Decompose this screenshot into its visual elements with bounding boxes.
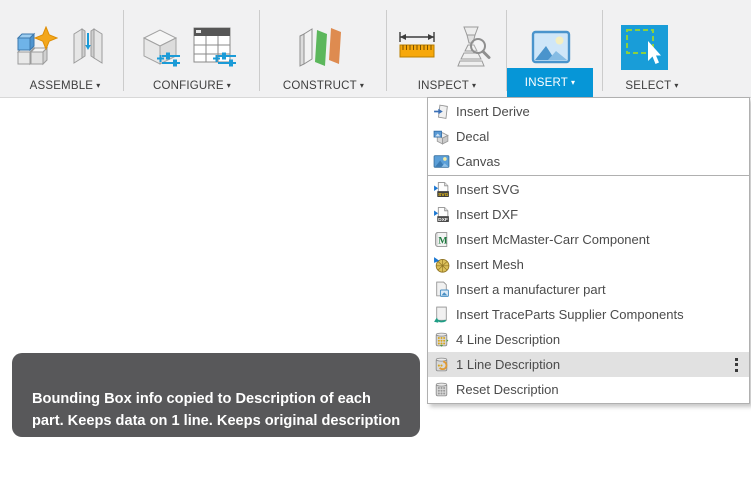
svg-text:DXF: DXF <box>438 217 448 223</box>
select-icon[interactable] <box>621 25 668 75</box>
menu-item-4-line-description[interactable]: 4 Line Description <box>428 327 749 352</box>
construction-planes-icon[interactable] <box>298 26 344 73</box>
reset-description-icon <box>433 381 450 398</box>
inspect-dropdown[interactable]: INSPECT▾ <box>389 80 505 92</box>
menu-item-label: Insert McMaster-Carr Component <box>456 232 650 247</box>
menu-item-label: Canvas <box>456 154 500 169</box>
four-line-description-icon <box>433 331 450 348</box>
menu-item-label: Decal <box>456 129 489 144</box>
select-dropdown[interactable]: SELECT▾ <box>604 80 700 92</box>
insert-label: INSERT <box>525 77 568 89</box>
toolbar-group-assemble: ASSEMBLE▾ <box>8 0 122 97</box>
configure-label: CONFIGURE <box>153 80 224 92</box>
toolbar-divider <box>259 10 260 91</box>
chevron-down-icon: ▾ <box>571 78 575 87</box>
toolbar-group-configure: CONFIGURE▾ <box>126 0 258 97</box>
inspect-label: INSPECT <box>418 80 469 92</box>
menu-item-label: Insert a manufacturer part <box>456 282 606 297</box>
menu-item-label: Reset Description <box>456 382 559 397</box>
menu-item-1-line-description[interactable]: 1 Line Description <box>428 352 749 377</box>
traceparts-icon <box>433 306 450 323</box>
toolbar-group-select: SELECT▾ <box>604 0 700 97</box>
insert-mesh-icon <box>433 256 450 273</box>
menu-item-canvas[interactable]: Canvas <box>428 149 749 174</box>
menu-item-label: Insert DXF <box>456 207 518 222</box>
toolbar-group-construct: CONSTRUCT▾ <box>262 0 385 97</box>
menu-item-insert-mesh[interactable]: Insert Mesh <box>428 252 749 277</box>
svg-text:M: M <box>438 236 447 247</box>
measure-icon[interactable] <box>396 31 438 70</box>
construct-dropdown[interactable]: CONSTRUCT▾ <box>262 80 385 92</box>
insert-canvas-icon[interactable] <box>531 27 571 72</box>
menu-item-reset-description[interactable]: Reset Description <box>428 377 749 402</box>
chevron-down-icon: ▾ <box>674 81 678 90</box>
menu-item-insert-traceparts[interactable]: Insert TraceParts Supplier Components <box>428 302 749 327</box>
item-options-kebab-icon[interactable] <box>735 358 738 372</box>
menu-separator <box>428 175 749 176</box>
configuration-icon[interactable] <box>140 26 182 73</box>
manufacturer-part-icon <box>433 281 450 298</box>
chevron-down-icon: ▾ <box>360 81 364 90</box>
assemble-dropdown[interactable]: ASSEMBLE▾ <box>8 80 122 92</box>
menu-item-insert-svg[interactable]: SVG Insert SVG <box>428 177 749 202</box>
menu-item-label: Insert Derive <box>456 104 530 119</box>
canvas-icon <box>433 153 450 170</box>
menu-item-label: 4 Line Description <box>456 332 560 347</box>
menu-item-insert-derive[interactable]: Insert Derive <box>428 99 749 124</box>
toolbar-group-inspect: INSPECT▾ <box>389 0 505 97</box>
tooltip-line-2: part. Keeps data on 1 line. Keeps origin… <box>32 410 420 432</box>
chevron-down-icon: ▾ <box>472 81 476 90</box>
joint-icon[interactable] <box>66 26 110 73</box>
chevron-down-icon: ▾ <box>96 81 100 90</box>
menu-item-decal[interactable]: Decal <box>428 124 749 149</box>
insert-dxf-icon: DXF <box>433 206 450 223</box>
menu-item-label: Insert SVG <box>456 182 520 197</box>
chevron-down-icon: ▾ <box>227 81 231 90</box>
toolbar-divider <box>386 10 387 91</box>
configure-dropdown[interactable]: CONFIGURE▾ <box>126 80 258 92</box>
menu-item-insert-dxf[interactable]: DXF Insert DXF <box>428 202 749 227</box>
insert-menu: Insert Derive Decal Canvas SVG Inser <box>427 97 750 404</box>
insert-svg-icon: SVG <box>433 181 450 198</box>
configuration-table-icon[interactable] <box>192 26 238 73</box>
menu-item-label: Insert Mesh <box>456 257 524 272</box>
main-toolbar: ASSEMBLE▾ <box>0 0 751 98</box>
new-component-icon[interactable] <box>16 26 58 73</box>
insert-derive-icon <box>433 103 450 120</box>
menu-item-insert-mcmaster-carr[interactable]: M Insert McMaster-Carr Component <box>428 227 749 252</box>
menu-item-label: 1 Line Description <box>456 357 560 372</box>
toolbar-group-insert: INSERT▾ <box>507 0 601 97</box>
toolbar-divider <box>602 10 603 91</box>
tooltip-line-1: Bounding Box info copied to Description … <box>32 388 420 410</box>
menu-item-insert-manufacturer-part[interactable]: Insert a manufacturer part <box>428 277 749 302</box>
command-tooltip: Bounding Box info copied to Description … <box>12 353 420 437</box>
select-label: SELECT <box>625 80 671 92</box>
toolbar-divider <box>123 10 124 91</box>
construct-label: CONSTRUCT <box>283 80 357 92</box>
mcmaster-carr-icon: M <box>433 231 450 248</box>
insert-dropdown[interactable]: INSERT▾ <box>507 68 593 97</box>
decal-icon <box>433 128 450 145</box>
probe-icon[interactable] <box>451 25 491 74</box>
svg-text:SVG: SVG <box>438 192 449 198</box>
one-line-description-icon <box>433 356 450 373</box>
menu-item-label: Insert TraceParts Supplier Components <box>456 307 684 322</box>
assemble-label: ASSEMBLE <box>30 80 94 92</box>
